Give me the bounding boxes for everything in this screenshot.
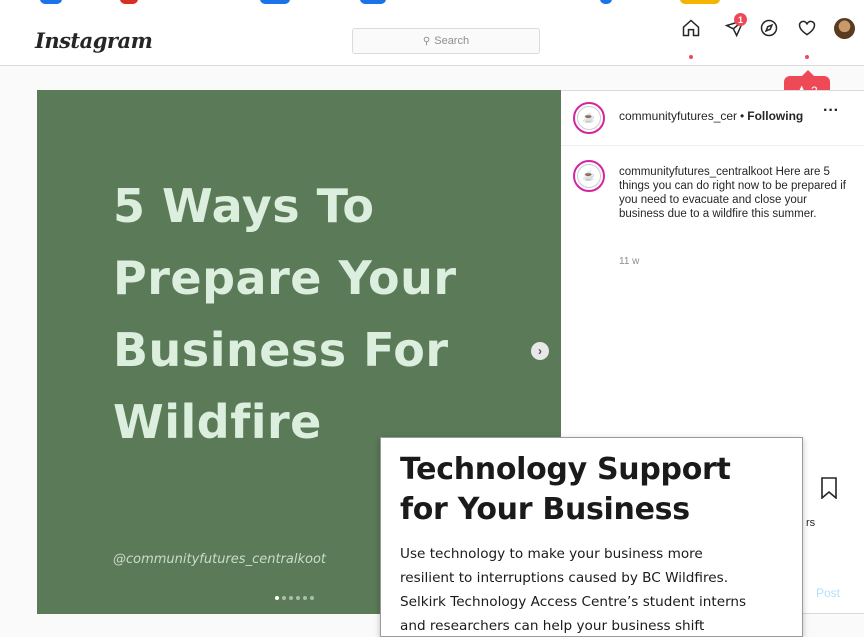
bookmark-icon[interactable] — [820, 477, 838, 499]
carousel-dot — [282, 596, 286, 600]
post-comment-button[interactable]: Post — [816, 586, 840, 600]
carousel-dot — [310, 596, 314, 600]
overlay-body-line: Selkirk Technology Access Centre’s stude… — [400, 594, 747, 610]
post-caption: communityfutures_centralkoot Here are 5 … — [619, 165, 849, 221]
caption-author-avatar[interactable]: ☕ — [573, 160, 605, 192]
avatar-logo-icon: ☕ — [577, 164, 601, 188]
overlay-body: Use technology to make your business mor… — [400, 542, 800, 636]
headline-line: 5 Ways To — [113, 179, 375, 233]
following-button[interactable]: Following — [747, 109, 803, 123]
separator: • — [740, 109, 745, 123]
home-active-dot — [689, 55, 693, 59]
overlay-title: Technology Support for Your Business — [400, 450, 800, 530]
post-image-headline: 5 Ways To Prepare Your Business For Wild… — [113, 170, 533, 458]
carousel-dot — [289, 596, 293, 600]
overlay-card: Technology Support for Your Business Use… — [380, 437, 803, 637]
caption-username[interactable]: communityfutures_centralkoot — [619, 166, 772, 178]
carousel-dots — [275, 596, 314, 600]
profile-avatar-icon[interactable] — [834, 18, 855, 39]
overlay-body-line: Use technology to make your business mor… — [400, 546, 703, 562]
post-timestamp[interactable]: 11 w — [619, 256, 639, 267]
activity-heart-icon[interactable] — [796, 17, 818, 39]
overlay-body-line: resilient to interruptions caused by BC … — [400, 570, 729, 586]
carousel-dot — [275, 596, 279, 600]
carousel-dot — [296, 596, 300, 600]
avatar-logo-icon: ☕ — [577, 106, 601, 130]
post-image-handle: @communityfutures_centralkoot — [113, 552, 327, 567]
explore-icon[interactable] — [758, 17, 780, 39]
post-author-avatar[interactable]: ☕ — [573, 102, 605, 134]
post-author: communityfutures_cer • Following — [619, 109, 803, 123]
carousel-next-button[interactable]: › — [531, 342, 549, 360]
carousel-dot — [303, 596, 307, 600]
overlay-title-line: Technology Support — [400, 452, 731, 487]
likes-text-fragment: rs — [806, 517, 816, 529]
browser-bookmark-strip — [0, 0, 864, 14]
post-header: ☕ communityfutures_cer • Following ··· — [561, 90, 864, 146]
direct-badge: 1 — [734, 13, 747, 26]
post-author-username[interactable]: communityfutures_cer — [619, 109, 737, 123]
headline-line: Prepare Your — [113, 251, 457, 305]
overlay-title-line: for Your Business — [400, 492, 690, 527]
activity-dot — [805, 55, 809, 59]
home-icon[interactable] — [680, 17, 702, 39]
more-options-button[interactable]: ··· — [823, 102, 839, 120]
headline-line: Business For — [113, 323, 449, 377]
